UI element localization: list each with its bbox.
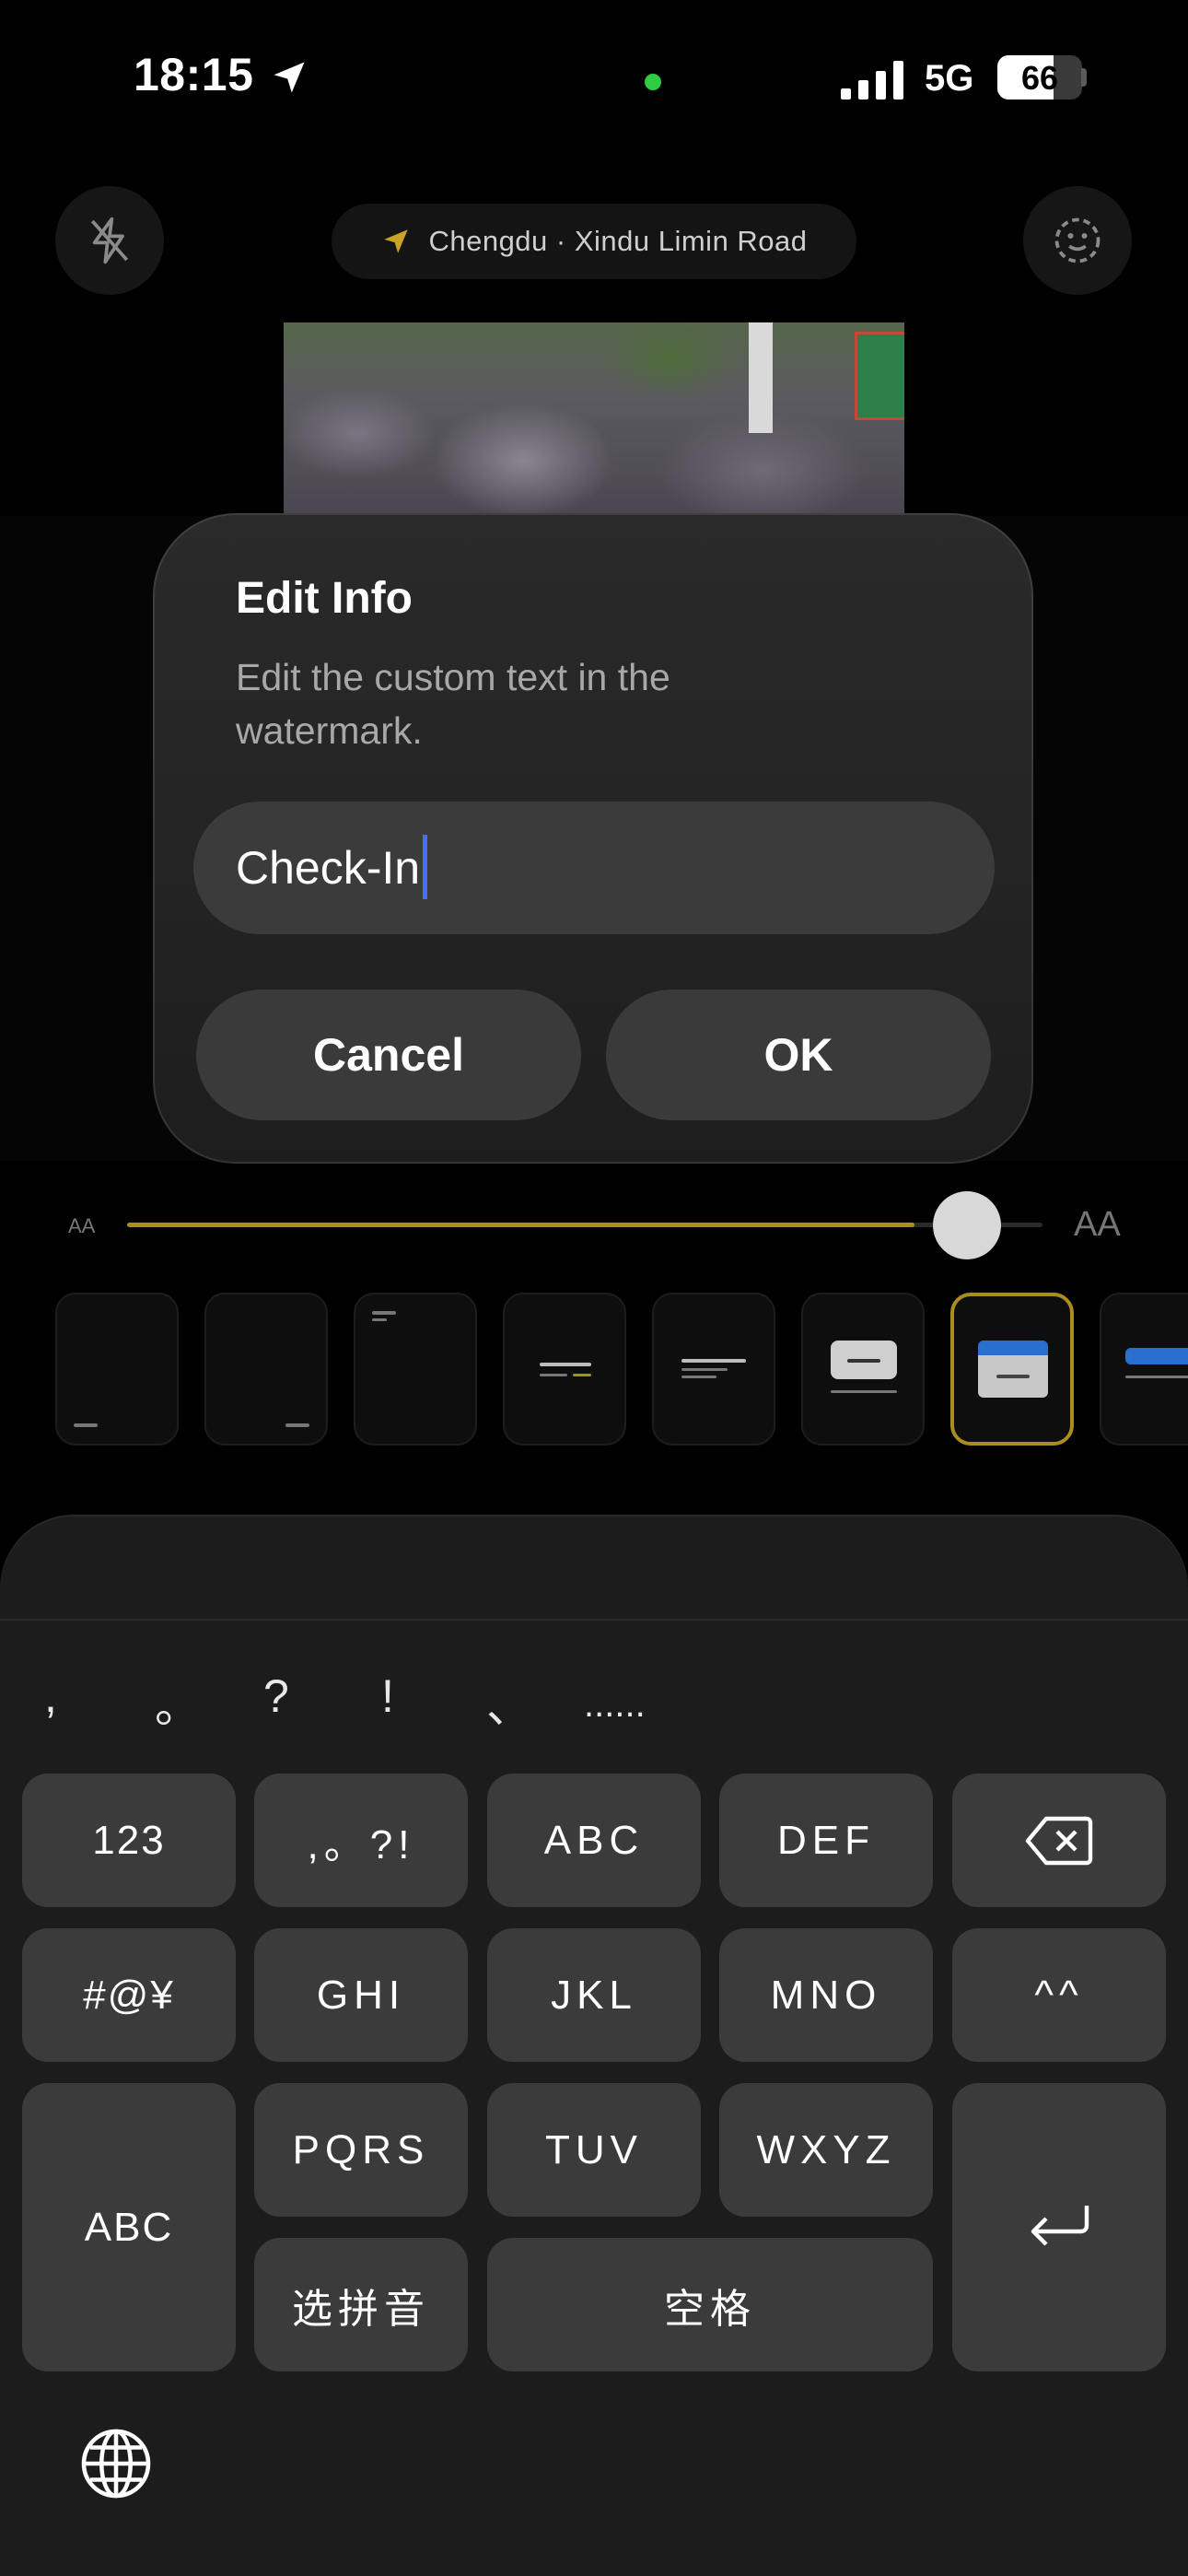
ok-button[interactable]: OK (606, 989, 991, 1120)
key-mno[interactable]: MNO (719, 1928, 933, 2062)
location-arrow-icon (274, 62, 305, 93)
template-7-selected[interactable] (950, 1293, 1074, 1446)
key-symbols[interactable]: #@¥ (22, 1928, 236, 2062)
dialog-subtitle: Edit the custom text in the watermark. (236, 656, 670, 752)
key-punctuation[interactable]: ,。?! (254, 1774, 468, 1907)
backspace-icon (1025, 1816, 1093, 1865)
punct-ellipsis[interactable]: ...... (584, 1684, 646, 1726)
battery-percent: 66 (1020, 59, 1059, 97)
key-abc[interactable]: ABC (487, 1774, 701, 1907)
template-4[interactable] (503, 1293, 626, 1446)
return-icon (1031, 2205, 1089, 2246)
key-emoticon[interactable]: ^^ (952, 1928, 1166, 2062)
dialog-title: Edit Info (236, 574, 413, 623)
punct-dunhao[interactable]: 、 (486, 1669, 532, 1736)
battery-indicator: 66 (997, 55, 1082, 100)
space-key[interactable]: 空格 (487, 2238, 933, 2371)
punct-period[interactable]: 。 (155, 1669, 201, 1736)
punct-comma[interactable]: , (44, 1669, 57, 1723)
photo-sign (855, 332, 904, 420)
key-abc-mode[interactable]: ABC (22, 2083, 236, 2371)
key-wxyz[interactable]: WXYZ (719, 2083, 933, 2217)
key-select-pinyin[interactable]: 选拼音 (254, 2238, 468, 2371)
flash-off-icon (90, 217, 129, 264)
template-3[interactable] (354, 1293, 477, 1446)
template-8[interactable] (1100, 1293, 1188, 1446)
slider-fill (127, 1223, 914, 1227)
network-type: 5G (925, 58, 974, 99)
key-def[interactable]: DEF (719, 1774, 933, 1907)
slider-thumb[interactable] (933, 1191, 1001, 1259)
face-icon (1054, 217, 1101, 263)
key-jkl[interactable]: JKL (487, 1928, 701, 2062)
watermark-text-input[interactable] (193, 802, 995, 934)
template-1[interactable] (55, 1293, 179, 1446)
photo-preview (284, 322, 904, 516)
cellular-signal-icon (841, 61, 903, 100)
cancel-button[interactable]: Cancel (196, 989, 581, 1120)
key-ghi[interactable]: GHI (254, 1928, 468, 2062)
text-cursor (423, 835, 427, 899)
template-6[interactable] (801, 1293, 925, 1446)
text-size-max-label: AA (1074, 1205, 1121, 1244)
location-pill[interactable]: Chengdu · Xindu Limin Road (332, 204, 856, 279)
flash-off-button[interactable] (55, 186, 164, 295)
location-label: Chengdu · Xindu Limin Road (428, 225, 808, 257)
battery-nub (1081, 68, 1087, 87)
key-tuv[interactable]: TUV (487, 2083, 701, 2217)
text-size-slider[interactable] (127, 1223, 1042, 1227)
photo-pole (749, 322, 773, 433)
face-detect-button[interactable] (1023, 186, 1132, 295)
template-5[interactable] (652, 1293, 775, 1446)
punct-exclaim[interactable]: ! (381, 1669, 394, 1723)
candidate-bar-divider (0, 1619, 1188, 1621)
punct-question[interactable]: ? (263, 1669, 289, 1723)
text-size-min-label: AA (68, 1214, 96, 1237)
return-key[interactable] (952, 2083, 1166, 2371)
template-2[interactable] (204, 1293, 328, 1446)
status-time: 18:15 (134, 49, 254, 100)
camera-in-use-indicator (645, 74, 661, 90)
globe-icon[interactable] (77, 2425, 155, 2502)
location-arrow-icon (384, 229, 409, 253)
backspace-key[interactable] (952, 1774, 1166, 1907)
key-123[interactable]: 123 (22, 1774, 236, 1907)
key-pqrs[interactable]: PQRS (254, 2083, 468, 2217)
